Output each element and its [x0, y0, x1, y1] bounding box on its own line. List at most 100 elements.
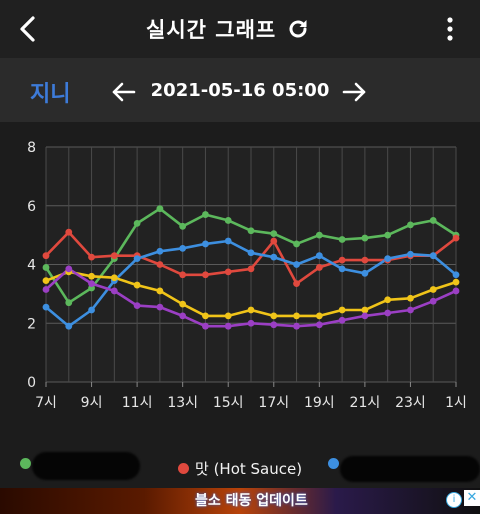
- data-point: [224, 322, 232, 330]
- data-point: [407, 221, 414, 229]
- y-tick-label: 4: [27, 258, 36, 274]
- data-point: [361, 306, 369, 314]
- data-point: [202, 211, 209, 218]
- data-point: [65, 228, 73, 236]
- data-point: [338, 256, 346, 264]
- data-point: [429, 252, 437, 260]
- data-point: [429, 217, 437, 224]
- x-tick-label: 9시: [81, 395, 103, 411]
- current-datetime: 2021-05-16 05:00: [150, 80, 330, 101]
- title-group: 실시간 그래프: [146, 14, 310, 44]
- x-tick-label: 21시: [350, 395, 381, 411]
- data-point: [202, 240, 209, 248]
- data-point: [179, 244, 187, 252]
- data-point: [315, 252, 323, 260]
- data-point: [65, 299, 73, 307]
- data-point: [42, 264, 50, 271]
- x-tick-label: 7시: [35, 395, 57, 411]
- x-tick-label: 1시: [445, 395, 467, 411]
- page-title: 실시간 그래프: [146, 18, 277, 42]
- legend-label: 맛 (Hot Sauce): [195, 460, 303, 478]
- data-point: [407, 250, 414, 258]
- data-point: [247, 265, 255, 273]
- data-point: [361, 269, 369, 277]
- data-point: [293, 312, 300, 320]
- data-point: [384, 309, 392, 317]
- x-tick-label: 19시: [304, 395, 335, 411]
- data-point: [452, 234, 460, 242]
- ad-text: 블소 태동 업데이트: [195, 493, 308, 509]
- data-point: [407, 294, 414, 302]
- x-tick-label: 11시: [122, 395, 153, 411]
- data-point: [202, 322, 209, 330]
- chart-svg: 0 2 4 6 8 7시 9시 11시 13시 15시 17시 19시 21시 23시 1시: [27, 140, 467, 411]
- data-point: [224, 217, 232, 224]
- ad-info-icon[interactable]: i: [446, 492, 462, 508]
- more-vertical-icon[interactable]: [438, 15, 462, 43]
- data-point: [270, 253, 278, 261]
- data-point: [224, 312, 232, 320]
- data-point: [247, 306, 255, 314]
- data-point: [133, 302, 141, 310]
- data-point: [338, 316, 346, 324]
- back-arrow-icon[interactable]: [14, 14, 44, 44]
- data-point: [110, 252, 118, 260]
- data-point: [110, 287, 118, 295]
- legend-swatch: [328, 458, 339, 469]
- data-point: [452, 278, 460, 286]
- data-point: [293, 322, 300, 330]
- data-point: [156, 247, 164, 255]
- legend-item[interactable]: 맛 (Hot Sauce): [178, 458, 302, 479]
- y-tick-label: 8: [27, 140, 36, 156]
- data-point: [65, 265, 73, 273]
- data-point: [361, 234, 369, 242]
- y-tick-label: 0: [27, 375, 36, 391]
- data-point: [133, 219, 141, 227]
- data-point: [179, 271, 187, 279]
- data-point: [452, 287, 460, 295]
- data-point: [270, 237, 278, 245]
- data-point: [338, 236, 346, 243]
- data-point: [315, 231, 323, 239]
- data-point: [384, 255, 392, 263]
- data-point: [384, 296, 392, 304]
- y-tick-label: 2: [27, 316, 36, 332]
- legend-swatch: [20, 458, 31, 469]
- realtime-line-chart: 0 2 4 6 8 7시 9시 11시 13시 15시 17시 19시 21시 23시 1시: [0, 122, 480, 452]
- chart-legend: 맛 (Hot Sauce): [0, 450, 480, 482]
- data-point: [156, 303, 164, 311]
- data-point: [65, 322, 73, 330]
- data-point: [270, 312, 278, 320]
- data-point: [42, 303, 50, 311]
- data-point: [407, 306, 414, 314]
- data-point: [224, 268, 232, 276]
- data-point: [202, 271, 209, 279]
- data-point: [270, 230, 278, 238]
- arrow-right-icon[interactable]: [340, 78, 368, 106]
- redacted-legend-text: [32, 452, 140, 480]
- redacted-legend-text: [340, 456, 480, 482]
- data-point: [338, 306, 346, 314]
- data-point: [110, 274, 118, 282]
- data-point: [88, 272, 95, 280]
- data-point: [179, 300, 187, 308]
- ad-close-icon[interactable]: ✕: [464, 490, 480, 506]
- data-point: [179, 222, 187, 230]
- data-point: [361, 312, 369, 320]
- data-point: [247, 319, 255, 327]
- data-point: [429, 286, 437, 293]
- x-tick-label: 13시: [167, 395, 198, 411]
- data-point: [88, 306, 95, 314]
- data-point: [293, 240, 300, 248]
- user-name: 지니: [30, 82, 71, 107]
- x-tick-label: 17시: [258, 395, 289, 411]
- ad-banner[interactable]: 블소 태동 업데이트: [0, 488, 480, 514]
- data-point: [156, 261, 164, 268]
- refresh-icon[interactable]: [286, 17, 310, 41]
- data-point: [452, 271, 460, 279]
- data-point: [315, 264, 323, 271]
- arrow-left-icon[interactable]: [110, 78, 138, 106]
- data-point: [247, 227, 255, 235]
- data-point: [315, 321, 323, 329]
- data-point: [42, 277, 50, 285]
